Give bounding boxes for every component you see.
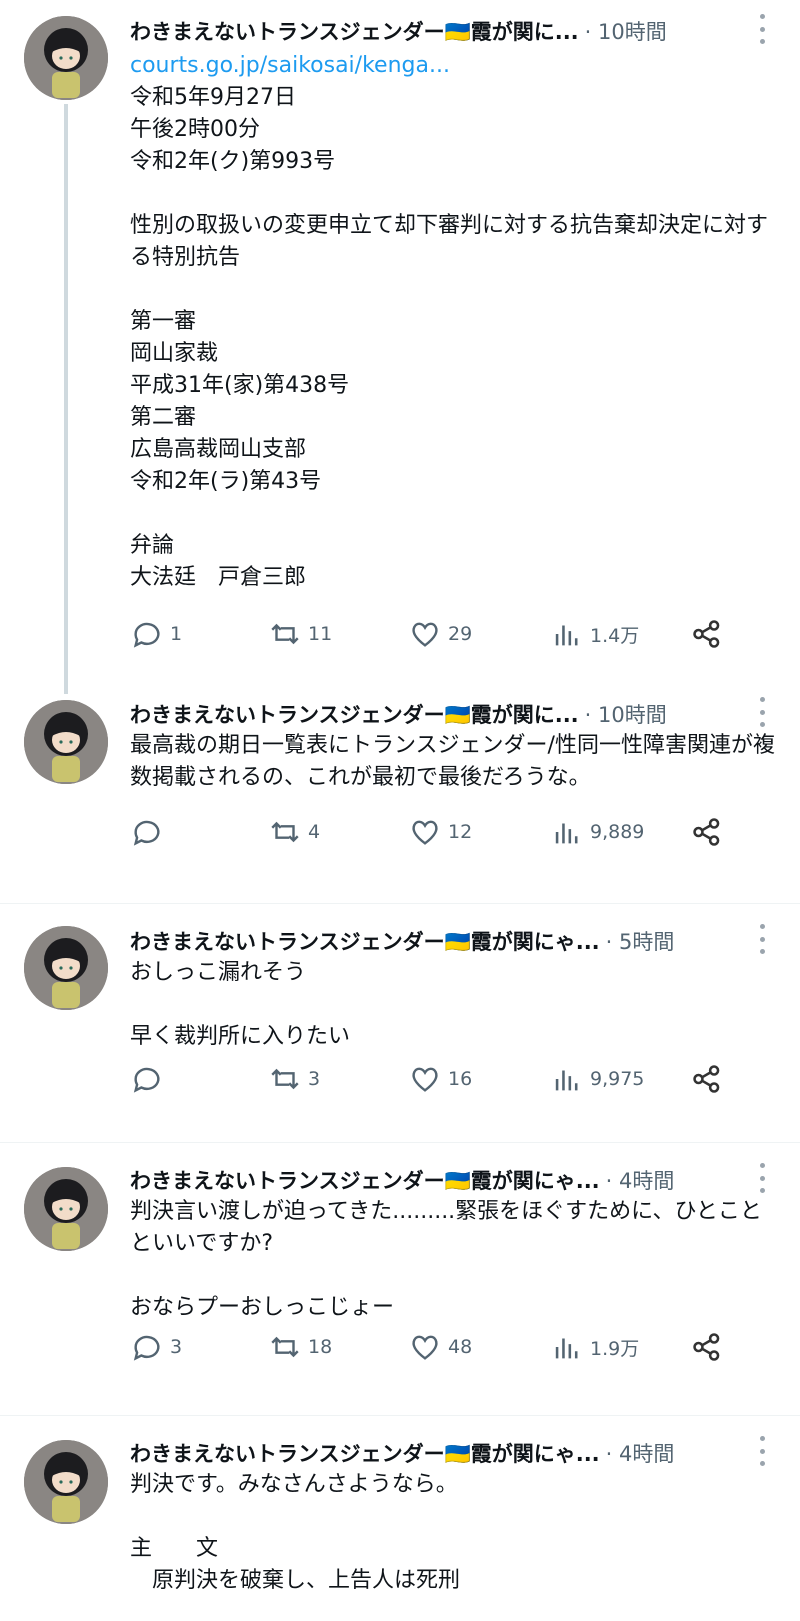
views-icon	[555, 625, 578, 646]
views-button[interactable]: 1.9万	[550, 1327, 639, 1367]
views-count: 1.4万	[590, 624, 640, 647]
reply-button[interactable]	[130, 812, 170, 852]
tweet-header: わきまえないトランスジェンダー🇺🇦霞が関に... · 10時間	[130, 697, 740, 731]
views-count: 9,975	[590, 1068, 645, 1090]
views-button[interactable]: 9,889	[550, 812, 644, 852]
retweet-button[interactable]: 4	[268, 812, 320, 852]
like-count: 12	[448, 821, 473, 843]
tweet[interactable]: わきまえないトランスジェンダー🇺🇦霞が関に... · 10時間 最高裁の期日一覧…	[0, 692, 800, 870]
reply-icon	[133, 1067, 160, 1093]
retweet-icon	[271, 1068, 299, 1090]
views-count: 9,889	[590, 821, 645, 843]
reply-count: 1	[170, 623, 183, 645]
tweet-header: わきまえないトランスジェンダー🇺🇦霞が関にゃ... · 5時間	[130, 924, 740, 958]
tweet-body: courts.go.jp/saikosai/kenga... 令和5年9月27日 …	[130, 50, 776, 594]
like-button[interactable]: 48	[408, 1327, 472, 1367]
tweet-body: おしっこ漏れそう 早く裁判所に入りたい	[130, 957, 776, 1053]
tweet-body: 判決です。みなさんさようなら。 主 文 原判決を破棄し、上告人は死刑	[130, 1469, 776, 1597]
author-name[interactable]: わきまえないトランスジェンダー🇺🇦霞が関にゃ...	[130, 1165, 600, 1195]
tweet-text: 判決言い渡しが迫ってきた.........緊張をほぐすために、ひとことといいです…	[130, 1199, 762, 1320]
tweet[interactable]: わきまえないトランスジェンダー🇺🇦霞が関に... · 10時間 courts.g…	[0, 0, 800, 692]
retweet-button[interactable]: 11	[268, 614, 332, 654]
reply-button[interactable]: 1	[130, 614, 182, 654]
like-button[interactable]: 12	[408, 812, 472, 852]
tweet[interactable]: わきまえないトランスジェンダー🇺🇦霞が関にゃ... · 4時間 判決です。みなさ…	[0, 1416, 800, 1621]
share-icon	[693, 818, 720, 846]
heart-icon	[412, 1335, 438, 1360]
tweet-body: 判決言い渡しが迫ってきた.........緊張をほぐすために、ひとことといいです…	[130, 1196, 776, 1324]
heart-icon	[412, 820, 438, 845]
heart-icon	[412, 1067, 438, 1092]
views-button[interactable]: 1.4万	[550, 614, 639, 654]
retweet-icon	[271, 1336, 299, 1358]
reply-icon	[133, 1335, 160, 1361]
reply-icon	[133, 622, 160, 648]
avatar[interactable]	[24, 16, 108, 100]
tweet-text: 最高裁の期日一覧表にトランスジェンダー/性同一性障害関連が複数掲載されるの、これ…	[130, 733, 775, 790]
heart-icon	[412, 622, 438, 647]
tweet-header: わきまえないトランスジェンダー🇺🇦霞が関にゃ... · 4時間	[130, 1163, 740, 1197]
avatar[interactable]	[24, 926, 108, 1010]
share-button[interactable]	[690, 1059, 730, 1099]
like-button[interactable]: 29	[408, 614, 472, 654]
views-icon	[555, 1338, 578, 1359]
tweet-text: おしっこ漏れそう 早く裁判所に入りたい	[130, 960, 351, 1049]
retweet-count: 4	[308, 821, 321, 843]
like-count: 48	[448, 1336, 473, 1358]
tweet-text: 令和5年9月27日 午後2時00分 令和2年(ク)第993号 性別の取扱いの変更…	[130, 85, 769, 590]
retweet-icon	[271, 623, 299, 645]
tweet-actions: 1 11 29 1.4万	[130, 614, 750, 654]
share-button[interactable]	[690, 812, 730, 852]
retweet-button[interactable]: 18	[268, 1327, 332, 1367]
tweet-header: わきまえないトランスジェンダー🇺🇦霞が関にゃ... · 4時間	[130, 1436, 740, 1470]
share-icon	[693, 1333, 720, 1361]
author-name[interactable]: わきまえないトランスジェンダー🇺🇦霞が関に...	[130, 16, 579, 46]
like-count: 16	[448, 1068, 473, 1090]
retweet-count: 3	[308, 1068, 321, 1090]
tweet-time[interactable]: · 10時間	[585, 16, 667, 46]
more-icon[interactable]	[752, 1436, 772, 1466]
retweet-icon	[271, 821, 299, 843]
views-count: 1.9万	[590, 1337, 640, 1360]
avatar[interactable]	[24, 1440, 108, 1524]
author-name[interactable]: わきまえないトランスジェンダー🇺🇦霞が関にゃ...	[130, 926, 600, 956]
views-icon	[555, 1070, 578, 1091]
reply-button[interactable]	[130, 1059, 170, 1099]
reply-count: 3	[170, 1336, 183, 1358]
retweet-count: 11	[308, 623, 333, 645]
retweet-count: 18	[308, 1336, 333, 1358]
views-button[interactable]: 9,975	[550, 1059, 644, 1099]
avatar[interactable]	[24, 700, 108, 784]
tweet-time[interactable]: · 10時間	[585, 699, 667, 729]
more-icon[interactable]	[752, 924, 772, 954]
tweet-time[interactable]: · 5時間	[606, 926, 675, 956]
more-icon[interactable]	[752, 697, 772, 727]
tweet-time[interactable]: · 4時間	[606, 1438, 675, 1468]
more-icon[interactable]	[752, 1163, 772, 1193]
share-icon	[693, 620, 720, 648]
views-icon	[555, 823, 578, 844]
tweet-actions: 3 16 9,975	[130, 1059, 750, 1099]
tweet-time[interactable]: · 4時間	[606, 1165, 675, 1195]
share-button[interactable]	[690, 1327, 730, 1367]
share-button[interactable]	[690, 614, 730, 654]
tweet-body: 最高裁の期日一覧表にトランスジェンダー/性同一性障害関連が複数掲載されるの、これ…	[130, 730, 776, 794]
author-name[interactable]: わきまえないトランスジェンダー🇺🇦霞が関にゃ...	[130, 1438, 600, 1468]
retweet-button[interactable]: 3	[268, 1059, 320, 1099]
tweet[interactable]: わきまえないトランスジェンダー🇺🇦霞が関にゃ... · 4時間 判決言い渡しが迫…	[0, 1143, 800, 1415]
tweet-actions: 4 12 9,889	[130, 812, 750, 852]
share-icon	[693, 1065, 720, 1093]
tweet-actions: 3 18 48 1.9万	[130, 1327, 750, 1367]
like-count: 29	[448, 623, 473, 645]
more-icon[interactable]	[752, 14, 772, 44]
like-button[interactable]: 16	[408, 1059, 472, 1099]
tweet-header: わきまえないトランスジェンダー🇺🇦霞が関に... · 10時間	[130, 14, 740, 48]
avatar[interactable]	[24, 1167, 108, 1251]
tweet-link[interactable]: courts.go.jp/saikosai/kenga...	[130, 50, 776, 82]
tweet[interactable]: わきまえないトランスジェンダー🇺🇦霞が関にゃ... · 5時間 おしっこ漏れそう…	[0, 904, 800, 1139]
reply-button[interactable]: 3	[130, 1327, 182, 1367]
reply-icon	[133, 820, 160, 846]
author-name[interactable]: わきまえないトランスジェンダー🇺🇦霞が関に...	[130, 699, 579, 729]
tweet-text: 判決です。みなさんさようなら。 主 文 原判決を破棄し、上告人は死刑	[130, 1472, 461, 1593]
